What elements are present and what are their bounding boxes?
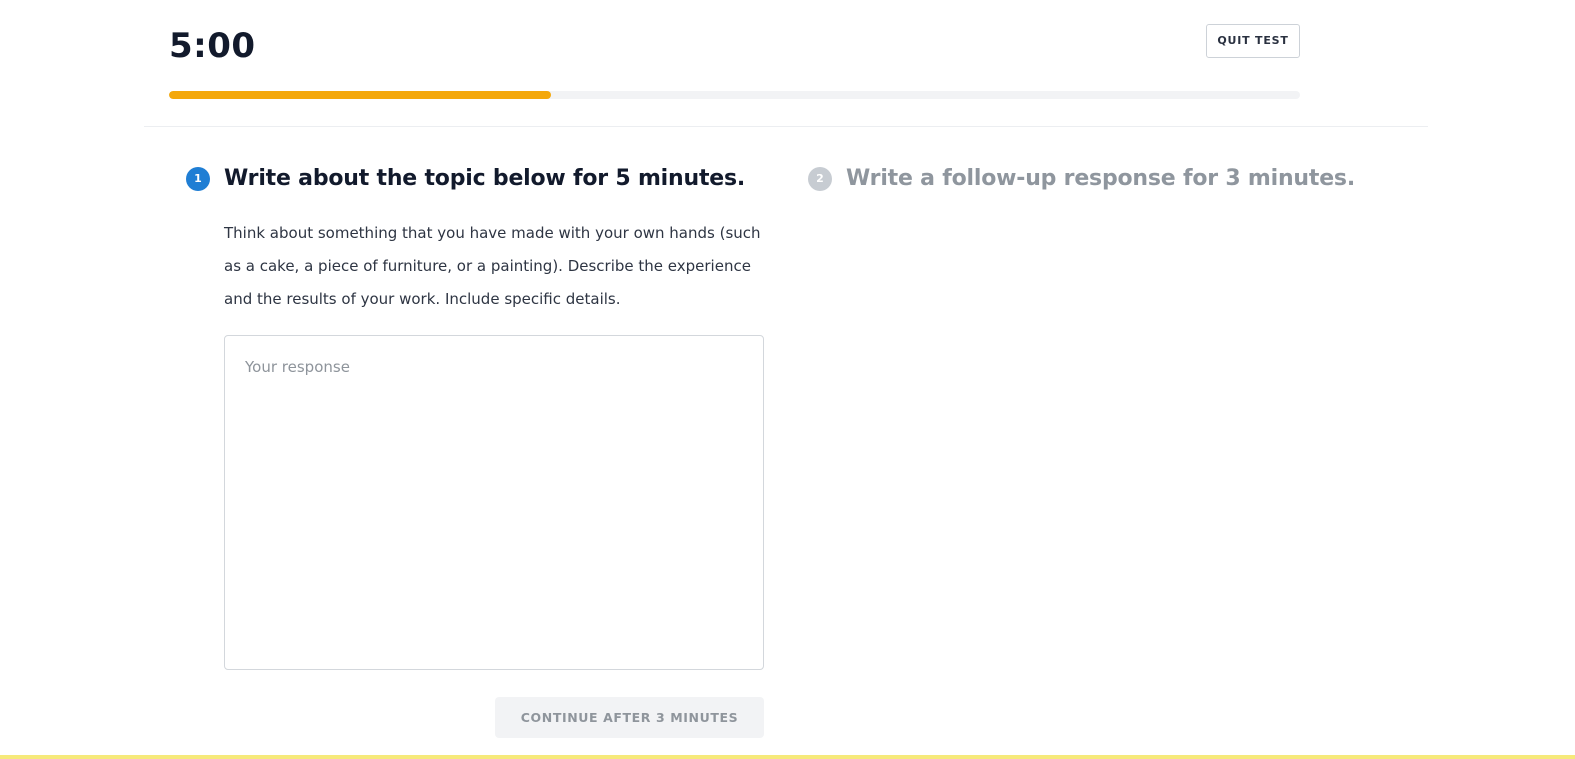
countdown-timer: 5:00	[169, 26, 256, 66]
writing-test-page: 5:00 QUIT TEST 1 Write about the topic b…	[0, 0, 1575, 759]
bottom-edge-accent	[0, 755, 1575, 759]
step-2-number-badge: 2	[808, 166, 832, 191]
step-2-heading: 2 Write a follow-up response for 3 minut…	[808, 166, 1355, 191]
continue-button[interactable]: CONTINUE AFTER 3 MINUTES	[495, 697, 764, 738]
step-1-heading: 1 Write about the topic below for 5 minu…	[186, 166, 745, 191]
step-2-title: Write a follow-up response for 3 minutes…	[846, 166, 1355, 191]
progress-bar	[169, 91, 1300, 99]
response-textarea[interactable]	[224, 335, 764, 670]
writing-prompt: Think about something that you have made…	[224, 224, 761, 308]
step-1-title: Write about the topic below for 5 minute…	[224, 166, 746, 191]
header-divider	[144, 126, 1428, 127]
quit-test-button[interactable]: QUIT TEST	[1206, 24, 1300, 58]
progress-bar-fill	[169, 91, 552, 99]
step-1-number-badge: 1	[186, 166, 210, 191]
